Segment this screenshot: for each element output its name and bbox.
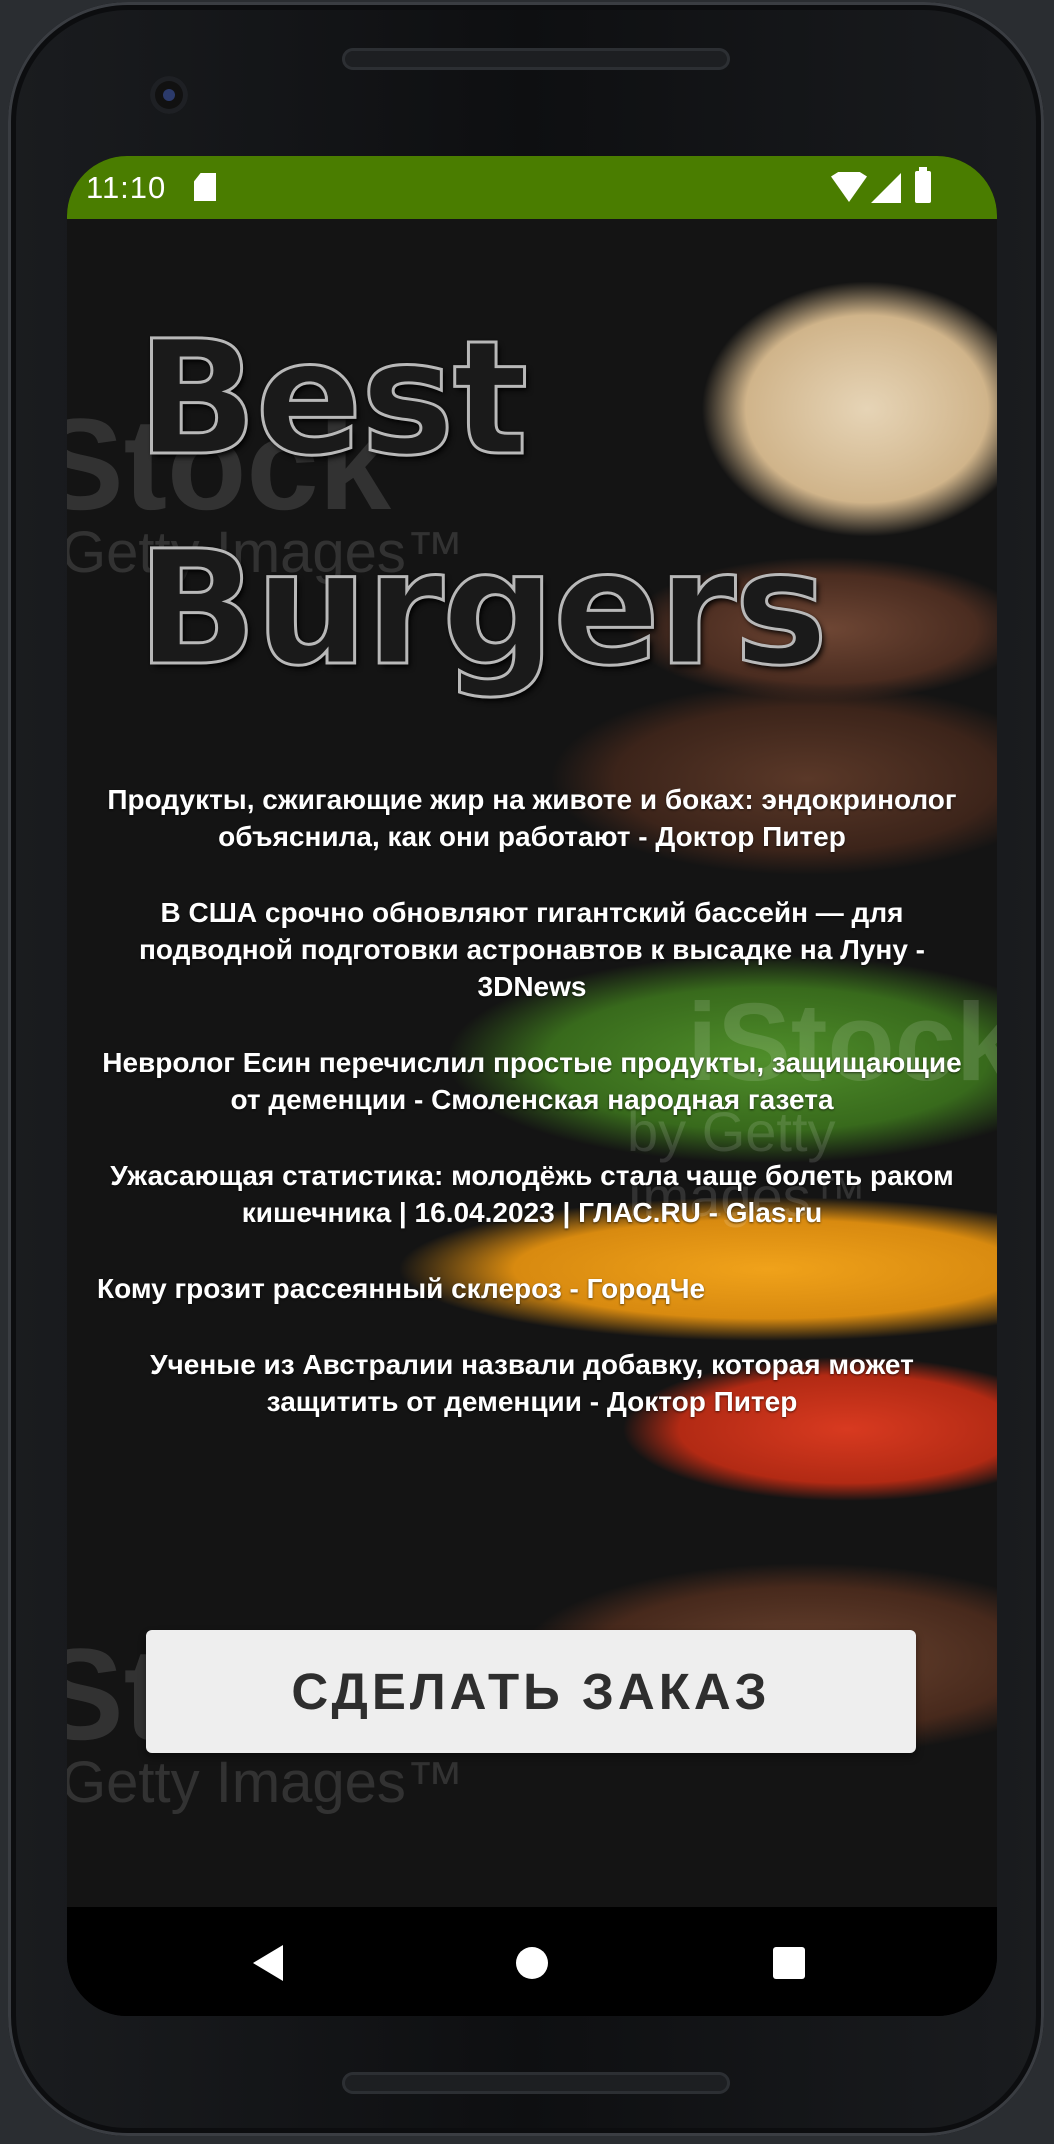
status-bar: 11:10 xyxy=(67,156,997,219)
front-camera-icon xyxy=(150,76,188,114)
news-item[interactable]: Продукты, сжигающие жир на животе и бока… xyxy=(97,781,967,855)
home-icon[interactable] xyxy=(516,1947,548,1979)
news-item[interactable]: Ученые из Австралии назвали добавку, кот… xyxy=(97,1346,967,1420)
earpiece-speaker xyxy=(342,48,730,70)
battery-icon xyxy=(915,167,931,203)
screen: 11:10 Stock Getty Images™ iStock by Gett… xyxy=(67,156,997,2016)
news-list: Продукты, сжигающие жир на животе и бока… xyxy=(97,781,967,1459)
navigation-bar xyxy=(67,1907,997,2016)
back-icon[interactable] xyxy=(253,1945,283,1981)
wifi-icon xyxy=(831,172,867,202)
phone-frame: 11:10 Stock Getty Images™ iStock by Gett… xyxy=(8,2,1044,2136)
news-item[interactable]: Невролог Есин перечислил простые продукт… xyxy=(97,1044,967,1118)
status-time: 11:10 xyxy=(86,170,167,205)
recent-apps-icon[interactable] xyxy=(773,1947,805,1979)
app-title: Best Burgers xyxy=(136,306,830,703)
watermark-text: Getty Images™ xyxy=(67,1750,464,1815)
cell-signal-icon xyxy=(871,173,901,203)
app-content: Stock Getty Images™ iStock by Getty Imag… xyxy=(67,219,997,1907)
order-button[interactable]: СДЕЛАТЬ ЗАКАЗ xyxy=(146,1630,916,1753)
news-item[interactable]: Ужасающая статистика: молодёжь стала чащ… xyxy=(97,1157,967,1231)
bottom-speaker xyxy=(342,2072,730,2094)
sd-card-icon xyxy=(194,173,216,201)
news-item[interactable]: Кому грозит рассеянный склероз - ГородЧе xyxy=(97,1270,967,1307)
news-item[interactable]: В США срочно обновляют гигантский бассей… xyxy=(97,894,967,1005)
